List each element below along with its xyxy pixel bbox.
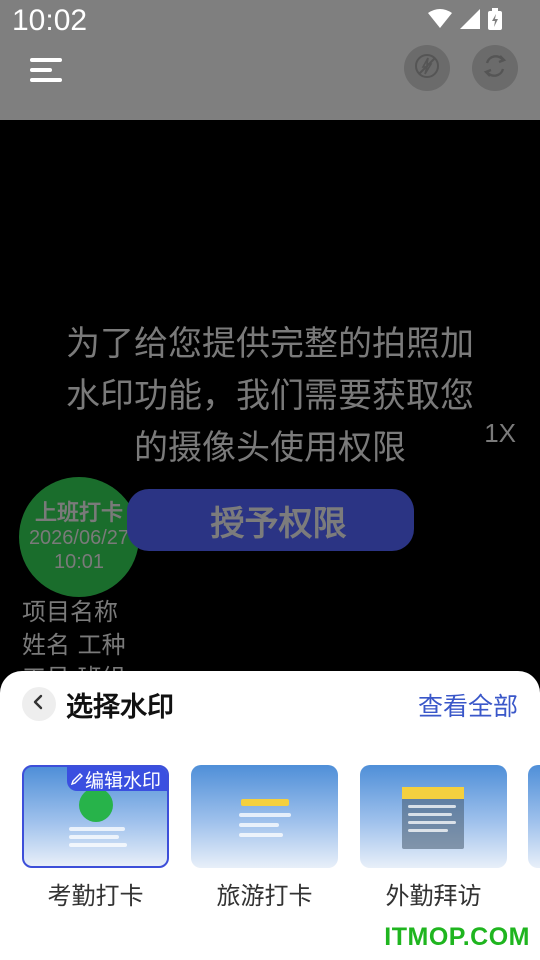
- card-thumbnail-line: [239, 833, 283, 837]
- watermark-sheet: 选择水印 查看全部 编辑水印 考勤打卡 旅游打卡 外勤拜访 ITMOP.COM: [0, 671, 540, 960]
- watermark-card-partial[interactable]: [528, 765, 540, 868]
- grant-permission-button[interactable]: 授予权限: [127, 489, 414, 551]
- watermark-card-travel[interactable]: [191, 765, 338, 868]
- card-thumbnail-panel: [402, 787, 464, 849]
- switch-camera-icon: [480, 51, 510, 85]
- watermark-name-line: 姓名 工种: [22, 631, 126, 659]
- signal-icon: [460, 9, 480, 33]
- view-all-link[interactable]: 查看全部: [418, 687, 518, 723]
- edit-watermark-badge[interactable]: 编辑水印: [66, 767, 167, 792]
- menu-icon: [28, 58, 68, 96]
- watermark-card-attendance[interactable]: 编辑水印: [22, 765, 169, 868]
- card-thumbnail-line: [239, 823, 279, 827]
- card-thumbnail-line: [408, 813, 452, 816]
- top-toolbar: [0, 44, 540, 120]
- watermark-title: 上班打卡: [34, 501, 123, 526]
- back-button[interactable]: [22, 687, 56, 721]
- watermark-time: 10:01: [53, 551, 105, 573]
- card-thumbnail-header: [402, 787, 464, 799]
- wifi-icon: [428, 9, 452, 33]
- card-thumbnail-line: [69, 843, 127, 847]
- chevron-left-icon: [31, 694, 47, 714]
- menu-button[interactable]: [28, 52, 68, 92]
- zoom-level[interactable]: 1X: [484, 418, 516, 449]
- card-thumbnail-line: [408, 821, 456, 824]
- card-thumbnail-line: [69, 835, 119, 839]
- flash-off-button[interactable]: [404, 45, 450, 91]
- watermark-project-line: 项目名称: [22, 598, 118, 626]
- battery-icon: [488, 8, 502, 34]
- switch-camera-button[interactable]: [472, 45, 518, 91]
- watermark-preview[interactable]: 上班打卡 2026/06/27 10:01: [19, 477, 139, 597]
- card-thumbnail-banner: [241, 799, 289, 806]
- pencil-icon: [70, 768, 83, 790]
- card-thumbnail-line: [408, 805, 456, 808]
- flash-off-icon: [413, 52, 441, 84]
- card-thumbnail-badge: [79, 788, 113, 822]
- watermark-card-field-visit[interactable]: [360, 765, 507, 868]
- card-thumbnail-line: [239, 813, 291, 817]
- watermark-card-label: 考勤打卡: [47, 882, 144, 910]
- edit-watermark-label: 编辑水印: [84, 769, 161, 792]
- card-thumbnail-line: [408, 829, 448, 832]
- watermark-date: 2026/06/27: [28, 527, 130, 549]
- site-watermark: ITMOP.COM: [384, 923, 530, 951]
- watermark-card-label: 外勤拜访: [385, 882, 482, 910]
- sheet-title: 选择水印: [66, 692, 174, 723]
- card-thumbnail-line: [69, 827, 125, 831]
- camera-preview: 为了给您提供完整的拍照加水印功能，我们需要获取您的摄像头使用权限 1X 上班打卡…: [0, 120, 540, 692]
- status-time: 10:02: [12, 4, 88, 37]
- status-icons: [428, 8, 502, 34]
- watermark-card-label: 旅游打卡: [216, 882, 313, 910]
- permission-message: 为了给您提供完整的拍照加水印功能，我们需要获取您的摄像头使用权限: [66, 324, 474, 468]
- status-bar: 10:02: [0, 0, 540, 44]
